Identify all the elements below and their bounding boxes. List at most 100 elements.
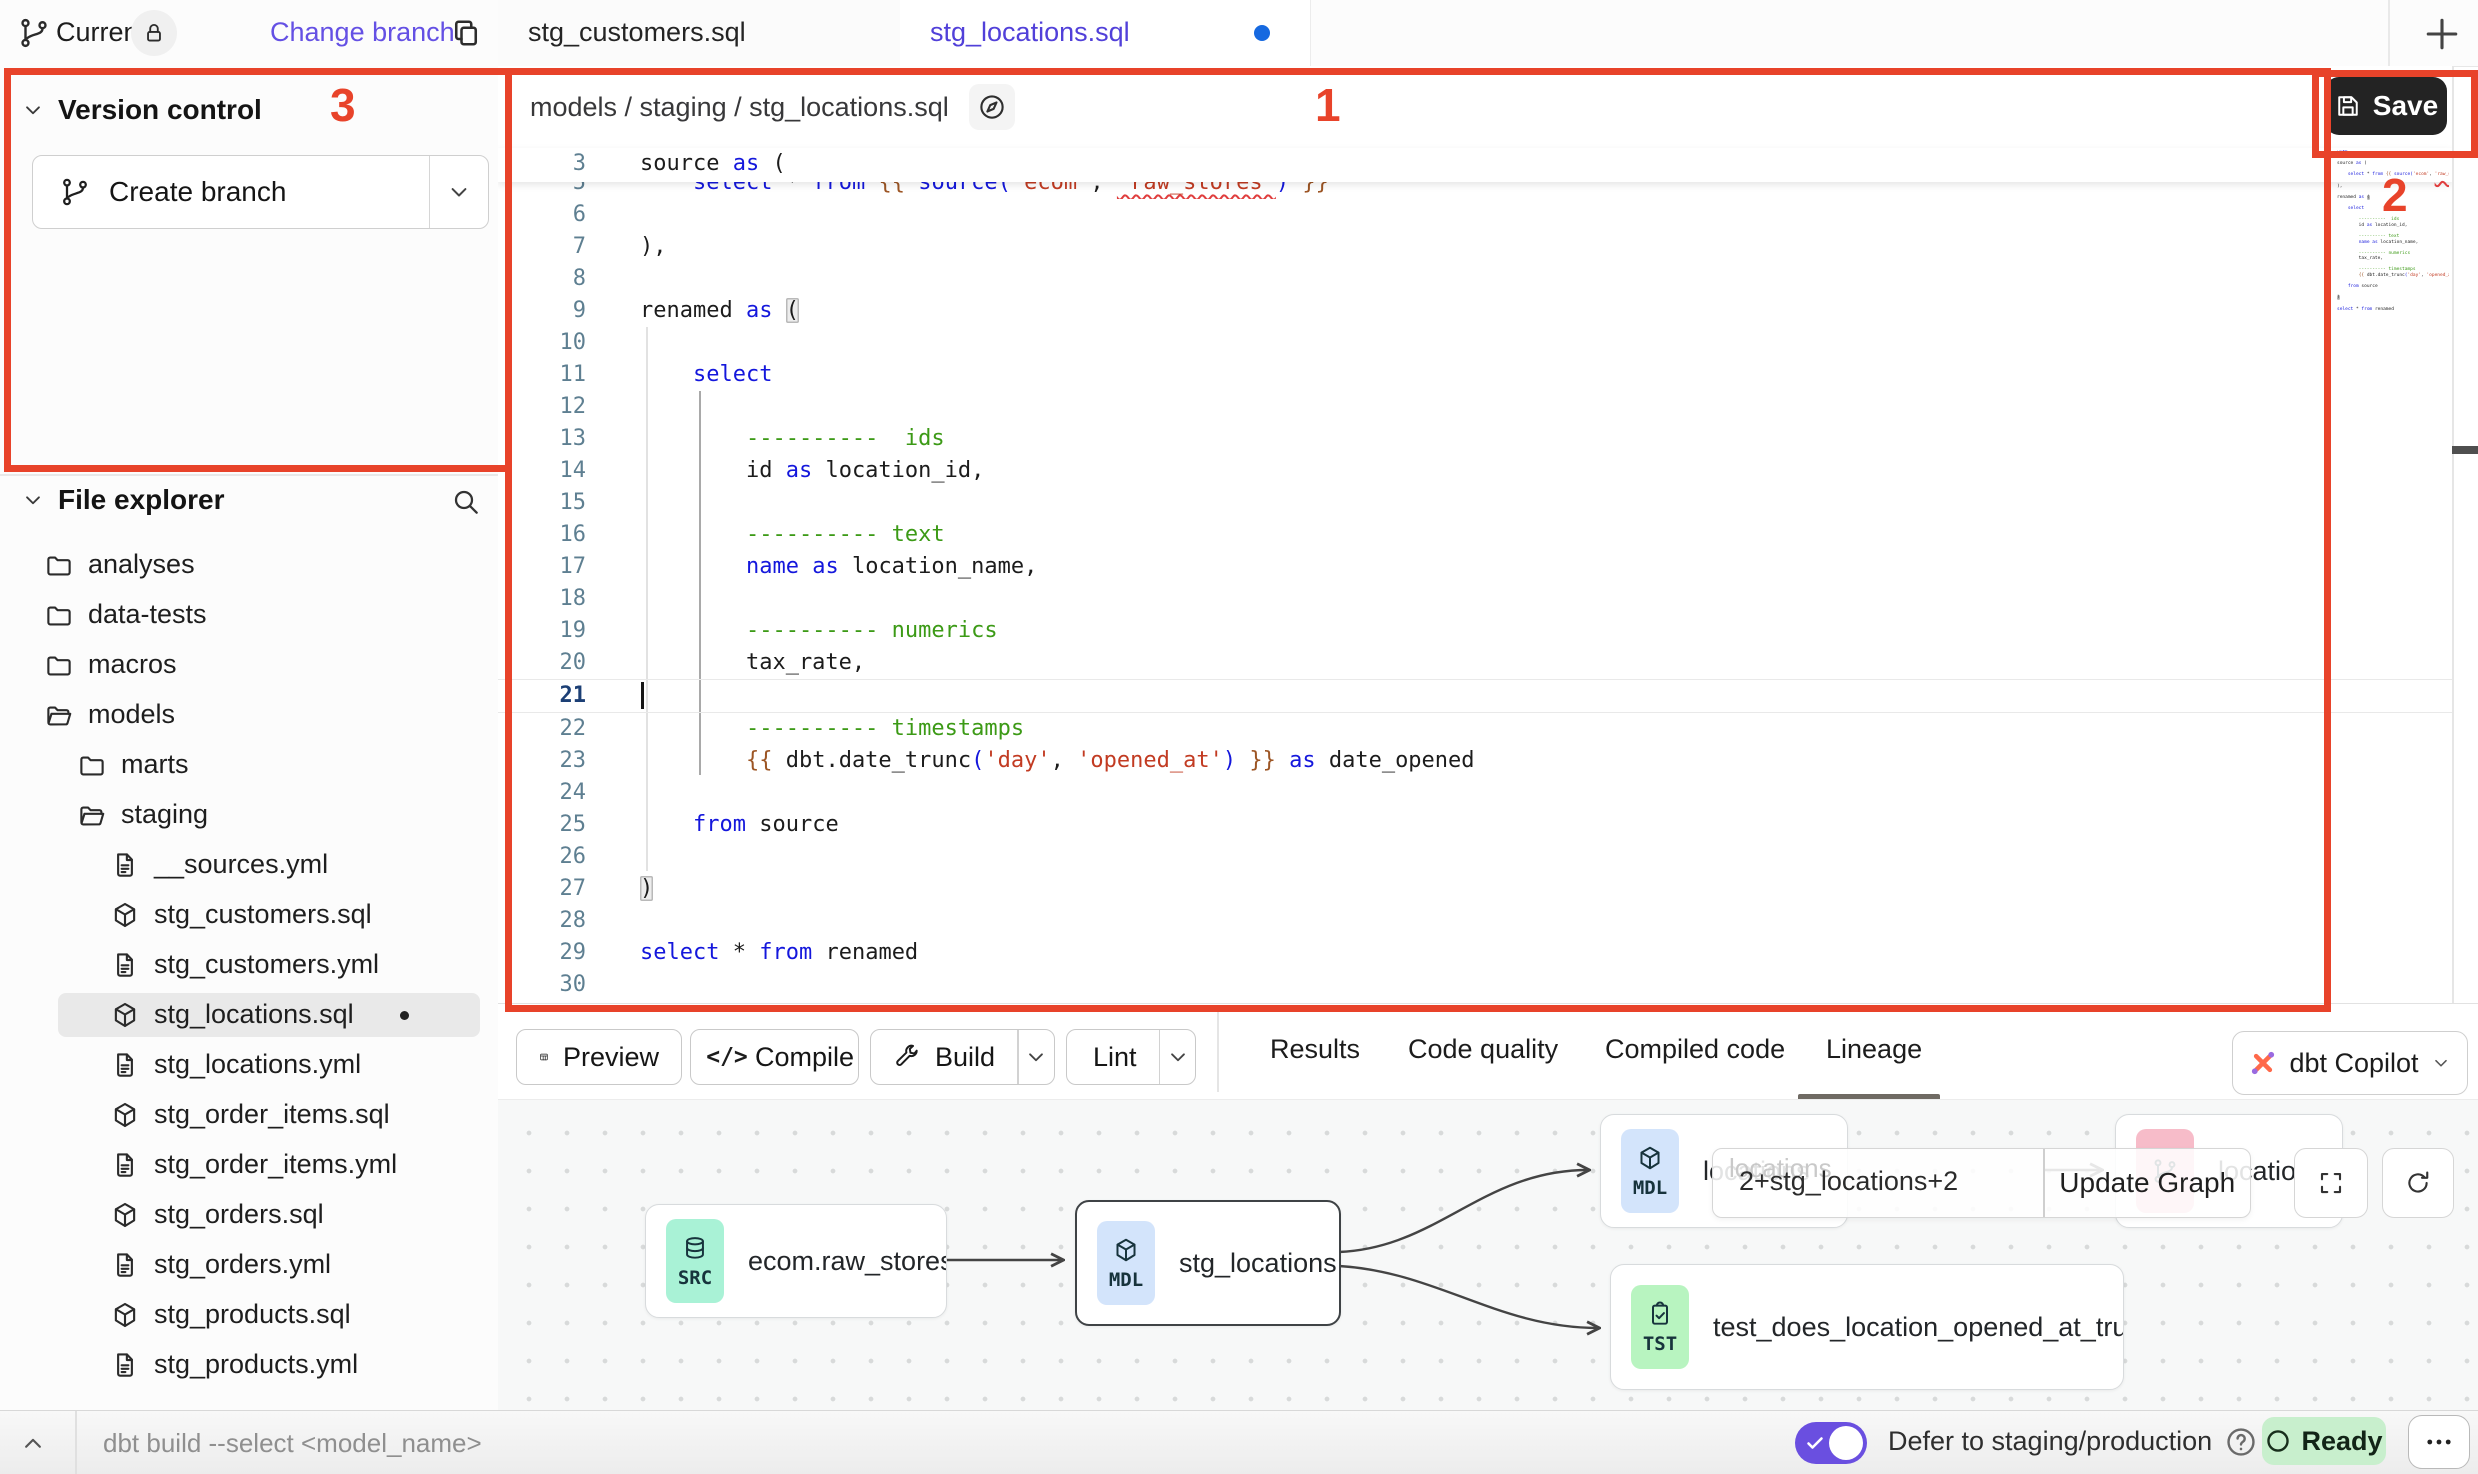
code-editor[interactable]: models / staging / stg_locations.sql 3so… — [498, 66, 2452, 1003]
lineage-node-test_does_location_opened_at_trunc_t[interactable]: TSTtest_does_location_opened_at_trunc_t.… — [1610, 1264, 2124, 1390]
editor-tab-stg_locations.sql[interactable]: stg_locations.sql — [900, 0, 1311, 66]
line-number: 25 — [498, 809, 586, 841]
chevron-down-icon — [20, 97, 46, 123]
tab-code-quality[interactable]: Code quality — [1408, 1034, 1558, 1065]
folder-open-icon — [44, 700, 74, 730]
file-tree-item-stg_locations.yml[interactable]: stg_locations.yml — [0, 1040, 498, 1090]
node-label: stg_locations — [1179, 1248, 1337, 1279]
command-input-placeholder[interactable]: dbt build --select <model_name> — [103, 1428, 482, 1459]
lineage-selector-input[interactable]: locations 2+stg_locations+2 — [1713, 1149, 2043, 1217]
line-number: 28 — [498, 905, 586, 937]
editor-tab-stg_customers.sql[interactable]: stg_customers.sql — [498, 0, 901, 66]
file-tree-item-stg_customers.sql[interactable]: stg_customers.sql — [0, 890, 498, 940]
partially-hidden-code-line: 5 select * from {{ source('ecom', 'raw_s… — [498, 182, 2452, 199]
line-number: 9 — [498, 295, 586, 327]
change-branch-link[interactable]: Change branch — [270, 17, 455, 48]
fullscreen-icon — [2316, 1168, 2346, 1198]
lint-button[interactable]: Lint — [1066, 1029, 1196, 1085]
lint-menu-button[interactable] — [1160, 1044, 1195, 1070]
preview-button[interactable]: Preview — [516, 1029, 682, 1085]
create-branch-button[interactable]: Create branch — [32, 155, 489, 229]
save-icon — [2334, 92, 2362, 120]
save-button[interactable]: Save — [2325, 77, 2447, 135]
more-options-button[interactable] — [2408, 1415, 2470, 1469]
breadcrumb-row: models / staging / stg_locations.sql — [530, 84, 1015, 130]
defer-toggle[interactable] — [1795, 1422, 1867, 1464]
file-tree-item-analyses[interactable]: analyses — [0, 540, 498, 590]
fullscreen-button[interactable] — [2294, 1148, 2368, 1218]
mdl-badge: MDL — [1621, 1129, 1679, 1213]
check-icon — [1803, 1431, 1827, 1455]
pane-divider — [2452, 66, 2454, 1003]
code-line-27: 27) — [498, 873, 2452, 905]
line-number: 8 — [498, 263, 586, 295]
lineage-selector-value: 2+stg_locations+2 — [1739, 1166, 1958, 1197]
line-number: 23 — [498, 745, 586, 777]
version-control-title: Version control — [58, 94, 262, 126]
tst-badge: TST — [1631, 1285, 1689, 1369]
line-number: 26 — [498, 841, 586, 873]
db-icon — [681, 1234, 709, 1262]
file-tree-item-macros[interactable]: macros — [0, 640, 498, 690]
model-icon — [1636, 1144, 1664, 1172]
file-icon — [110, 950, 140, 980]
dbt-copilot-button[interactable]: dbt Copilot — [2232, 1031, 2468, 1095]
unsaved-changes-dot — [1254, 25, 1270, 41]
refresh-graph-button[interactable] — [2382, 1148, 2454, 1218]
build-button[interactable]: Build — [870, 1029, 1055, 1085]
file-tree-item-stg_orders.yml[interactable]: stg_orders.yml — [0, 1240, 498, 1290]
code-line-14: 14 id as location_id, — [498, 455, 2452, 487]
dbt-ide-app: Current Change branch stg_customers.sqls… — [0, 0, 2478, 1474]
code-line-5: 5 select * from {{ source('ecom', 'raw_s… — [498, 182, 2452, 199]
file-tree-item-stg_order_items.yml[interactable]: stg_order_items.yml — [0, 1140, 498, 1190]
folder-open-icon — [77, 800, 107, 830]
file-tree-item-stg_orders.sql[interactable]: stg_orders.sql — [0, 1190, 498, 1240]
file-tree-item-marts[interactable]: marts — [0, 740, 498, 790]
file-tree-item-stg_order_items.sql[interactable]: stg_order_items.sql — [0, 1090, 498, 1140]
file-icon — [110, 1050, 140, 1080]
editor-minimap[interactable]: withsource as ( select * from {{ source(… — [2337, 150, 2449, 325]
help-icon[interactable] — [2224, 1425, 2258, 1459]
line-number: 29 — [498, 937, 586, 969]
build-menu-button[interactable] — [1019, 1044, 1054, 1070]
tab-compiled-code[interactable]: Compiled code — [1605, 1034, 1785, 1065]
file-tree-item-stg_customers.yml[interactable]: stg_customers.yml — [0, 940, 498, 990]
file-tree-item-models[interactable]: models — [0, 690, 498, 740]
file-tree-item-__sources.yml[interactable]: __sources.yml — [0, 840, 498, 890]
search-icon[interactable] — [450, 486, 482, 518]
expand-command-bar-button[interactable] — [18, 1428, 48, 1458]
new-tab-button[interactable] — [2420, 12, 2464, 56]
file-tree-item-data-tests[interactable]: data-tests — [0, 590, 498, 640]
model-icon — [1112, 1236, 1140, 1264]
version-control-header[interactable]: Version control — [0, 90, 262, 130]
file-name: stg_customers.yml — [154, 949, 379, 980]
file-tree-item-stg_products.sql[interactable]: stg_products.sql — [0, 1290, 498, 1340]
file-tree-item-stg_locations.sql[interactable]: stg_locations.sql — [0, 990, 498, 1040]
file-explorer-header[interactable]: File explorer — [0, 480, 225, 520]
folder-icon — [44, 650, 74, 680]
update-graph-button[interactable]: Update Graph — [2045, 1149, 2251, 1217]
file-tree-item-stg_products.yml[interactable]: stg_products.yml — [0, 1340, 498, 1390]
tabbar-divider — [2388, 0, 2390, 66]
explore-lineage-button[interactable] — [969, 84, 1015, 130]
create-branch-menu-button[interactable] — [430, 178, 488, 206]
statusbar-divider — [75, 1411, 77, 1474]
lineage-node-stg_locations[interactable]: MDLstg_locations — [1075, 1200, 1341, 1326]
tab-results[interactable]: Results — [1270, 1034, 1360, 1065]
compass-icon — [977, 92, 1007, 122]
lock-icon — [141, 20, 167, 46]
code-line-6: 6 — [498, 199, 2452, 231]
code-line-8: 8 — [498, 263, 2452, 295]
line-number: 19 — [498, 615, 586, 647]
line-number: 15 — [498, 487, 586, 519]
file-tree-item-staging[interactable]: staging — [0, 790, 498, 840]
top-bar: Current Change branch stg_customers.sqls… — [0, 0, 2478, 67]
lineage-canvas[interactable]: SRCecom.raw_stores MDLstg_locations MDL loc… — [498, 1099, 2478, 1412]
chevron-down-icon — [20, 487, 46, 513]
compile-button[interactable]: </>Compile — [690, 1029, 859, 1085]
copy-branch-icon[interactable] — [448, 15, 484, 51]
code-lines[interactable]: 67),89renamed as (1011 select1213 ------… — [498, 199, 2452, 1001]
lineage-node-ecomraw_stores[interactable]: SRCecom.raw_stores — [645, 1204, 947, 1318]
scrollbar-handle[interactable] — [2452, 446, 2478, 454]
tab-lineage[interactable]: Lineage — [1826, 1034, 1922, 1065]
